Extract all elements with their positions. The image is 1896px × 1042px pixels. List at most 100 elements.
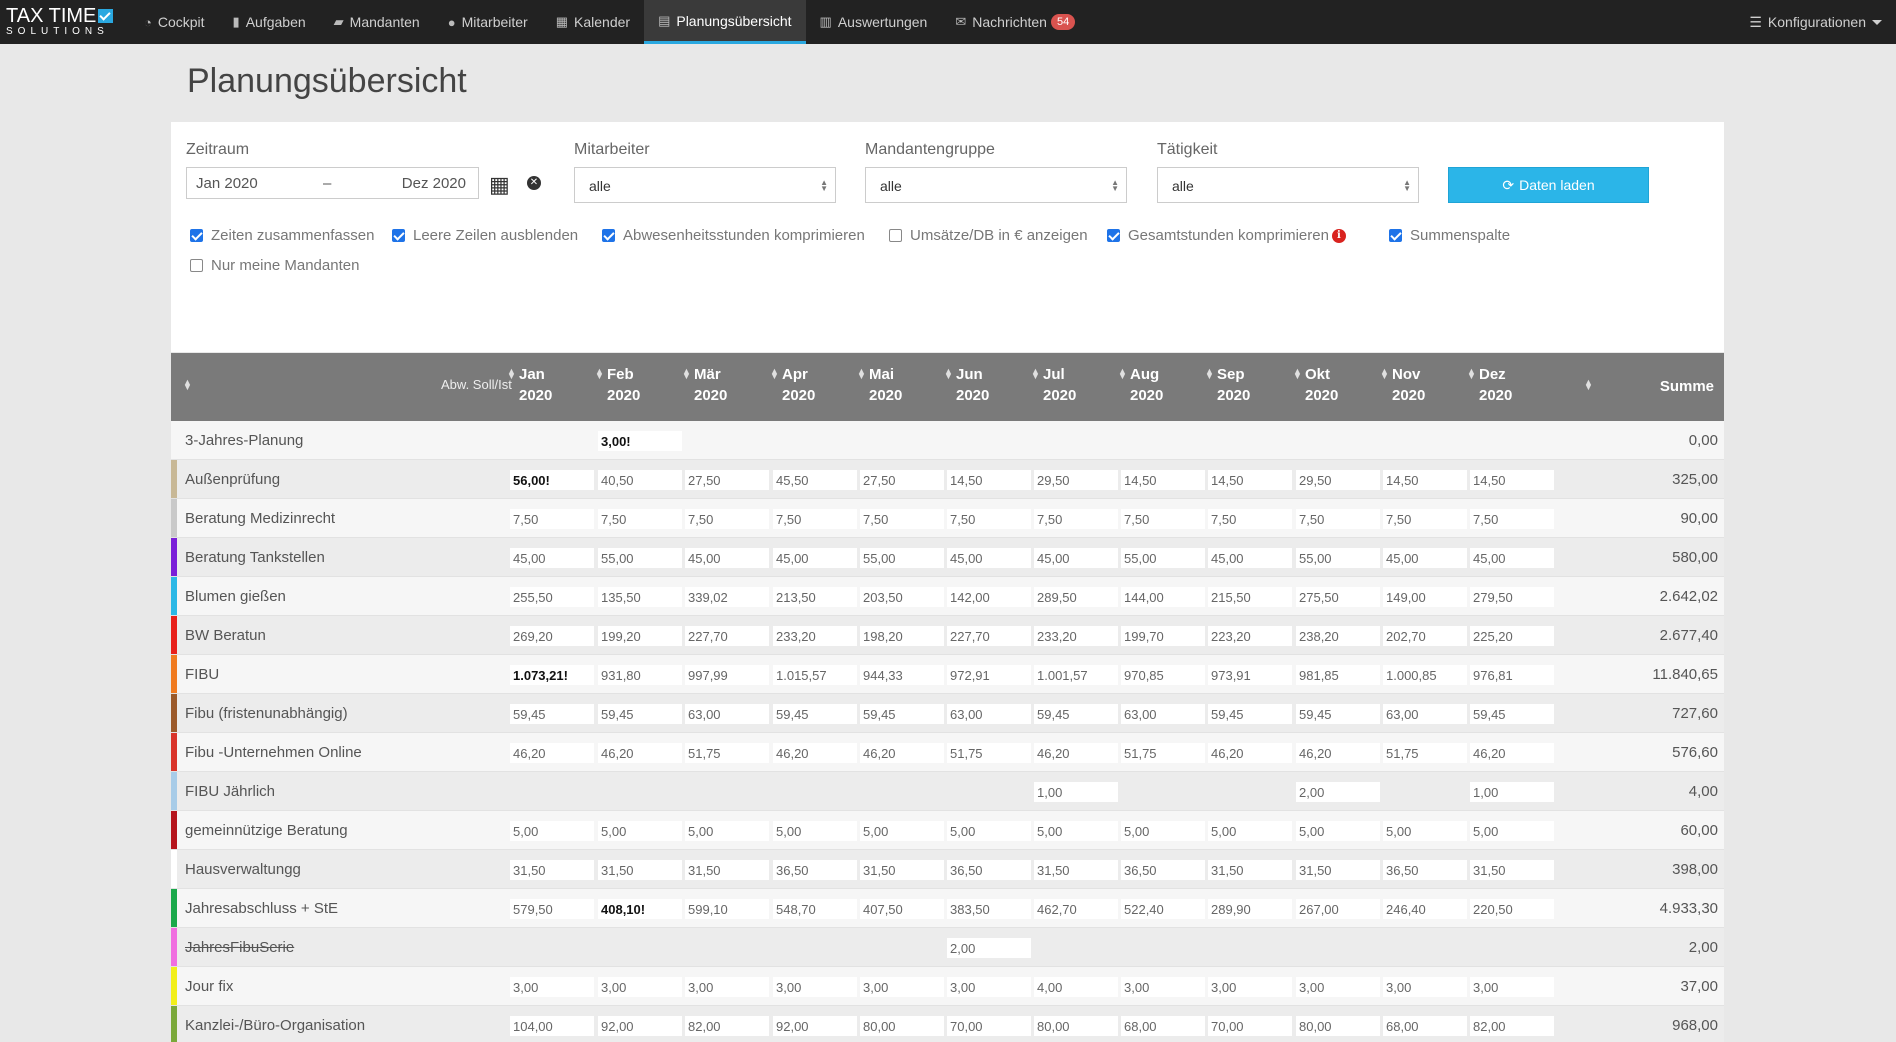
hours-cell[interactable]: 383,50 <box>947 899 1031 919</box>
sort-icon[interactable]: ▲ ▼ <box>1118 367 1127 381</box>
hours-cell[interactable]: 80,00 <box>1034 1016 1118 1036</box>
hours-cell[interactable]: 255,50 <box>510 587 594 607</box>
hours-cell[interactable]: 46,20 <box>1208 743 1292 763</box>
hours-cell[interactable]: 59,45 <box>598 704 682 724</box>
hours-cell[interactable]: 3,00 <box>773 977 857 997</box>
hours-cell[interactable]: 213,50 <box>773 587 857 607</box>
hours-cell[interactable]: 7,50 <box>1208 509 1292 529</box>
hours-cell[interactable]: 27,50 <box>860 470 944 490</box>
hours-cell[interactable]: 5,00 <box>1121 821 1205 841</box>
hours-cell[interactable]: 7,50 <box>1121 509 1205 529</box>
hours-cell[interactable]: 407,50 <box>860 899 944 919</box>
hours-cell[interactable]: 31,50 <box>685 860 769 880</box>
hours-cell[interactable]: 3,00 <box>860 977 944 997</box>
hours-cell[interactable]: 36,50 <box>1383 860 1467 880</box>
hours-cell[interactable]: 51,75 <box>685 743 769 763</box>
hours-cell[interactable]: 289,50 <box>1034 587 1118 607</box>
hours-cell[interactable]: 7,50 <box>947 509 1031 529</box>
hours-cell[interactable]: 40,50 <box>598 470 682 490</box>
checkbox-option[interactable]: Abwesenheitsstunden komprimieren <box>602 227 865 244</box>
hours-cell[interactable]: 1,00 <box>1470 782 1554 802</box>
hours-cell[interactable]: 55,00 <box>1296 548 1380 568</box>
hours-cell[interactable]: 14,50 <box>1121 470 1205 490</box>
hours-cell[interactable]: 227,70 <box>685 626 769 646</box>
hours-cell[interactable]: 3,00 <box>947 977 1031 997</box>
hours-cell[interactable]: 203,50 <box>860 587 944 607</box>
hours-cell[interactable]: 31,50 <box>860 860 944 880</box>
hours-cell[interactable]: 3,00 <box>598 977 682 997</box>
calendar-icon[interactable]: ▦ <box>489 172 510 198</box>
hours-cell[interactable]: 579,50 <box>510 899 594 919</box>
hours-cell[interactable]: 63,00 <box>1383 704 1467 724</box>
hours-cell[interactable]: 36,50 <box>947 860 1031 880</box>
hours-cell[interactable]: 5,00 <box>510 821 594 841</box>
sort-icon[interactable]: ▲ ▼ <box>1205 367 1214 381</box>
hours-cell[interactable]: 46,20 <box>598 743 682 763</box>
hours-cell[interactable]: 7,50 <box>510 509 594 529</box>
nav-item-nachrichten[interactable]: ✉ Nachrichten 54 <box>941 0 1089 44</box>
checkbox-option[interactable]: Zeiten zusammenfassen <box>190 227 374 244</box>
hours-cell[interactable]: 339,02 <box>685 587 769 607</box>
hours-cell[interactable]: 981,85 <box>1296 665 1380 685</box>
hours-cell[interactable]: 1.001,57 <box>1034 665 1118 685</box>
hours-cell[interactable]: 227,70 <box>947 626 1031 646</box>
hours-cell[interactable]: 7,50 <box>860 509 944 529</box>
hours-cell[interactable]: 149,00 <box>1383 587 1467 607</box>
sort-icon[interactable]: ▲ ▼ <box>1031 367 1040 381</box>
hours-cell[interactable]: 5,00 <box>1470 821 1554 841</box>
hours-cell[interactable]: 46,20 <box>510 743 594 763</box>
clear-date-icon[interactable]: ✕ <box>527 176 541 190</box>
zeitraum-range-input[interactable]: Jan 2020 – Dez 2020 <box>186 167 479 199</box>
month-header[interactable]: Jul 2020 <box>1043 366 1076 404</box>
hours-cell[interactable]: 199,70 <box>1121 626 1205 646</box>
hours-cell[interactable]: 199,20 <box>598 626 682 646</box>
hours-cell[interactable]: 46,20 <box>860 743 944 763</box>
hours-cell[interactable]: 1.000,85 <box>1383 665 1467 685</box>
checkbox-option[interactable]: Nur meine Mandanten <box>190 257 359 274</box>
hours-cell[interactable]: 972,91 <box>947 665 1031 685</box>
checkbox-checked[interactable] <box>190 229 203 242</box>
hours-cell[interactable]: 46,20 <box>1034 743 1118 763</box>
hours-cell[interactable]: 14,50 <box>1470 470 1554 490</box>
brand-logo[interactable]: TAX TIME SOLUTIONS <box>0 0 130 44</box>
month-header[interactable]: Nov 2020 <box>1392 366 1425 404</box>
hours-cell[interactable]: 5,00 <box>1296 821 1380 841</box>
hours-cell[interactable]: 36,50 <box>1121 860 1205 880</box>
sort-icon[interactable]: ▲ ▼ <box>857 367 866 381</box>
hours-cell[interactable]: 51,75 <box>1121 743 1205 763</box>
hours-cell[interactable]: 31,50 <box>598 860 682 880</box>
hours-cell[interactable]: 2,00 <box>1296 782 1380 802</box>
checkbox-unchecked[interactable] <box>190 259 203 272</box>
hours-cell[interactable]: 104,00 <box>510 1016 594 1036</box>
hours-cell[interactable]: 45,00 <box>685 548 769 568</box>
hours-cell[interactable]: 269,20 <box>510 626 594 646</box>
hours-cell[interactable]: 2,00 <box>947 938 1031 958</box>
hours-cell[interactable]: 233,20 <box>1034 626 1118 646</box>
hours-cell[interactable]: 45,00 <box>1470 548 1554 568</box>
sort-icon[interactable]: ▲ ▼ <box>682 367 691 381</box>
hours-cell[interactable]: 92,00 <box>598 1016 682 1036</box>
hours-cell[interactable]: 3,00 <box>1121 977 1205 997</box>
checkbox-checked[interactable] <box>602 229 615 242</box>
sort-icon[interactable]: ▲ ▼ <box>1584 378 1593 392</box>
sort-icon[interactable]: ▲ ▼ <box>770 367 779 381</box>
month-header[interactable]: Aug 2020 <box>1130 366 1163 404</box>
hours-cell[interactable]: 548,70 <box>773 899 857 919</box>
mandantengruppe-select[interactable]: alle ▲ ▼ <box>865 167 1127 203</box>
sort-icon[interactable]: ▲ ▼ <box>1380 367 1389 381</box>
hours-cell[interactable]: 5,00 <box>1034 821 1118 841</box>
month-header[interactable]: Dez 2020 <box>1479 366 1512 404</box>
hours-cell[interactable]: 223,20 <box>1208 626 1292 646</box>
hours-cell[interactable]: 522,40 <box>1121 899 1205 919</box>
hours-cell[interactable]: 3,00 <box>1296 977 1380 997</box>
hours-cell[interactable]: 5,00 <box>685 821 769 841</box>
nav-item-auswertungen[interactable]: ▥ Auswertungen <box>806 0 942 44</box>
hours-cell[interactable]: 142,00 <box>947 587 1031 607</box>
hours-cell[interactable]: 45,00 <box>773 548 857 568</box>
hours-cell[interactable]: 29,50 <box>1034 470 1118 490</box>
hours-cell[interactable]: 51,75 <box>947 743 1031 763</box>
hours-cell[interactable]: 202,70 <box>1383 626 1467 646</box>
taetigkeit-select[interactable]: alle ▲ ▼ <box>1157 167 1419 203</box>
month-header[interactable]: Mär 2020 <box>694 366 727 404</box>
hours-cell[interactable]: 59,45 <box>1208 704 1292 724</box>
